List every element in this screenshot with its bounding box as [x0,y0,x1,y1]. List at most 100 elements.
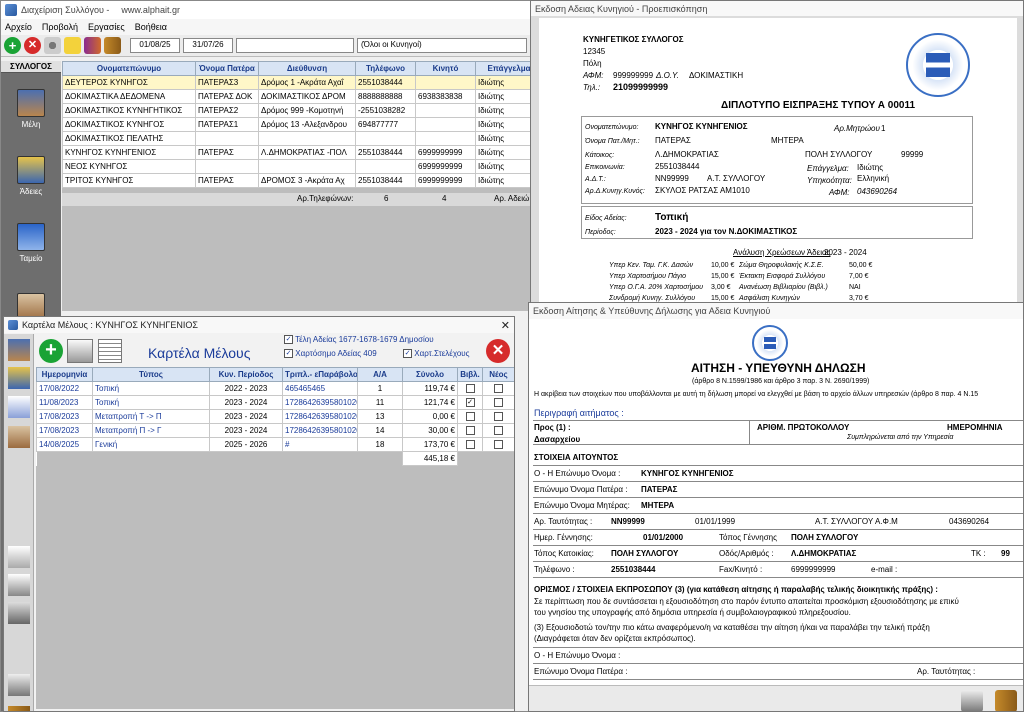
checkbox[interactable]: ✓ [465,398,475,408]
book-checkbox[interactable] [457,381,483,396]
table-row[interactable]: 17/08/2022 Τοπική 2022 - 2023 465465465 1 119… [36,381,514,396]
table-row[interactable]: 17/08/2023 Μεταπροπή Τ -> Π 2023 - 2024 172… [36,409,514,424]
table-cell: ΚΥΝΗΓΟΣ ΚΥΝΗΓΕΝΙΟΣ [62,145,196,160]
settings-icon[interactable] [44,37,61,54]
column-header[interactable]: Κινητό [415,61,476,76]
column-header[interactable]: Όνομα Πατέρα [195,61,259,76]
calendar-icon[interactable] [8,546,30,568]
close-icon[interactable]: ✕ [501,319,510,332]
table-row[interactable]: ΔΟΚΙΜΑΣΤΙΚΑ ΔΕΔΟΜΕΝΑ ΠΑΤΕΡΑΣ ΔΟΚ ΔΟΚΙΜΑΣΤΙ… [62,89,530,104]
name-value: ΚΥΝΗΓΟΣ ΚΥΝΗΓΕΝΙΟΣ [641,469,734,478]
check-officer[interactable]: ✓ Χαρτ.Στελέχους [403,349,470,359]
table-row[interactable]: ΔΟΚΙΜΑΣΤΙΚΟΣ ΠΕΛΑΤΗΣ Ιδιώτης [62,131,530,146]
table-cell [415,75,476,90]
checkbox[interactable] [494,384,503,394]
table-row[interactable]: 17/08/2023 Μεταπροπή Π -> Γ 2023 - 2024 172… [36,423,514,438]
menu-tasks[interactable]: Εργασίες [88,22,125,32]
table-cell: 121,74 € [402,395,458,410]
checkbox[interactable] [494,426,503,436]
application-heading: ΑΙΤΗΣΗ - ΥΠΕΥΘΥΝΗ ΔΗΛΩΣΗ [691,361,866,375]
hunter-filter-select[interactable]: (Όλοι οι Κυνηγοί) [357,38,527,53]
table-row[interactable]: ΝΕΟΣ ΚΥΝΗΓΟΣ 6999999999 Ιδιώτης [62,159,530,174]
check-stamp-box[interactable]: ✓ [284,349,293,359]
note-icon[interactable] [64,37,81,54]
book-checkbox[interactable]: ✓ [457,395,483,410]
menu-file[interactable]: Αρχείο [5,22,32,32]
delete-icon[interactable]: ✕ [24,37,41,54]
sidebar-item-label: Άδειες [19,187,43,196]
table-cell: Τοπική [92,381,210,396]
card-add-button[interactable]: + [39,339,63,363]
sidebar-item-members[interactable]: Μέλη [15,89,47,129]
book-checkbox[interactable] [457,423,483,438]
table-cell: ΔΟΚΙΜΑΣΤΙΚΟΣ ΠΕΛΑΤΗΣ [62,131,196,146]
column-header[interactable]: Τύπος [92,367,210,382]
column-header[interactable]: Διεύθυνση [258,61,356,76]
table-row[interactable]: 11/08/2023 Τοπική 2023 - 2024 1728642639580… [36,395,514,410]
check-stamp[interactable]: ✓ Χαρτόσημο Αδείας 409 [284,349,377,359]
book-checkbox[interactable] [457,409,483,424]
column-header[interactable]: Α/Α [357,367,403,382]
card-close-button[interactable]: ✕ [486,339,510,363]
tools-icon[interactable] [961,690,983,711]
check-fees[interactable]: ✓ Τέλη Αδείας 1677-1678-1679 Δημοσίου [284,335,434,345]
menu-help[interactable]: Βοήθεια [135,22,167,32]
exit-icon[interactable] [995,690,1017,711]
tools-icon[interactable] [8,574,30,596]
table-row[interactable]: ΤΡΙΤΟΣ ΚΥΝΗΓΟΣ ΠΑΤΕΡΑΣ ΔΡΟΜΟΣ 3 -Ακράτα Αχ… [62,173,530,188]
check-officer-box[interactable]: ✓ [403,349,412,359]
afm-label: Α.Φ.Μ [875,517,898,526]
new-checkbox[interactable] [482,381,514,396]
checkbox[interactable] [465,412,475,422]
checkbox[interactable] [465,384,475,394]
charge-label: Ασφάλιση Κυνηγών [739,295,800,302]
checkbox[interactable] [494,440,503,450]
menu-view[interactable]: Προβολή [42,22,78,32]
column-header[interactable]: Σύνολο [402,367,458,382]
new-checkbox[interactable] [482,395,514,410]
table-row[interactable]: ΔΟΚΙΜΑΣΤΙΚΟΣ ΚΥΝΗΓΗΤΙΚΟΣ ΠΑΤΕΡΑΣ2 Δρόμος 9… [62,103,530,118]
table-row[interactable]: ΚΥΝΗΓΟΣ ΚΥΝΗΓΕΝΙΟΣ ΠΑΤΕΡΑΣ Λ.ΔΗΜΟΚΡΑΤΙΑΣ -… [62,145,530,160]
date-from-input[interactable]: 01/08/25 [130,38,180,53]
mail-icon[interactable] [8,396,30,418]
list-icon[interactable] [98,339,122,363]
checkbox[interactable] [465,426,475,436]
book-checkbox[interactable] [457,437,483,452]
search-input[interactable] [236,38,354,53]
table-cell: Μεταπροπή Τ -> Π [92,409,210,424]
date-to-input[interactable]: 31/07/26 [183,38,233,53]
hunter-icon[interactable] [8,339,30,361]
column-header[interactable]: Κυν. Περίοδος [209,367,283,382]
table-row[interactable]: 14/08/2025 Γενική 2025 - 2026 #18 173,70 € [36,437,514,452]
books-icon[interactable] [84,37,101,54]
citizen-value: Ελληνική [857,174,890,183]
check-fees-box[interactable]: ✓ [284,335,293,345]
new-checkbox[interactable] [482,409,514,424]
column-header[interactable]: Νέος [482,367,514,382]
checkbox[interactable] [494,412,503,422]
dog-icon[interactable] [8,426,30,448]
city-value: ΠΟΛΗ ΣΥΛΛΟΓΟΥ [805,150,873,159]
new-checkbox[interactable] [482,423,514,438]
printer-icon[interactable] [67,339,93,363]
hammer-icon[interactable] [8,674,30,696]
new-checkbox[interactable] [482,437,514,452]
exit-icon[interactable] [8,706,30,711]
checkbox[interactable] [494,398,503,408]
table-row[interactable]: ΔΟΚΙΜΑΣΤΙΚΟΣ ΚΥΝΗΓΟΣ ΠΑΤΕΡΑΣ1 Δρόμος 13 -Α… [62,117,530,132]
table-cell: -2551038282 [355,103,416,118]
column-header[interactable]: Τριπλ.- εΠαράβολο [282,367,358,382]
column-header[interactable]: Ονοματεπώνυμο [62,61,196,76]
column-header[interactable]: Βιβλ. [457,367,483,382]
exit-icon[interactable] [104,37,121,54]
column-header[interactable]: Τηλέφωνο [355,61,416,76]
sidebar-item-licenses[interactable]: Άδειες [15,156,47,196]
column-header[interactable]: Ημερομηνία [36,367,93,382]
add-icon[interactable]: + [4,37,21,54]
license-icon[interactable] [8,367,30,389]
column-header[interactable]: Επάγγελμα [475,61,530,76]
checkbox[interactable] [465,440,475,450]
table-row[interactable]: ΔΕΥΤΕΡΟΣ ΚΥΝΗΓΟΣ ΠΑΤΕΡΑΣ3 Δρόμος 1 -Ακράτα… [62,75,530,90]
calculator-icon[interactable] [8,602,30,624]
sidebar-item-cash[interactable]: Ταμείο [15,223,47,263]
